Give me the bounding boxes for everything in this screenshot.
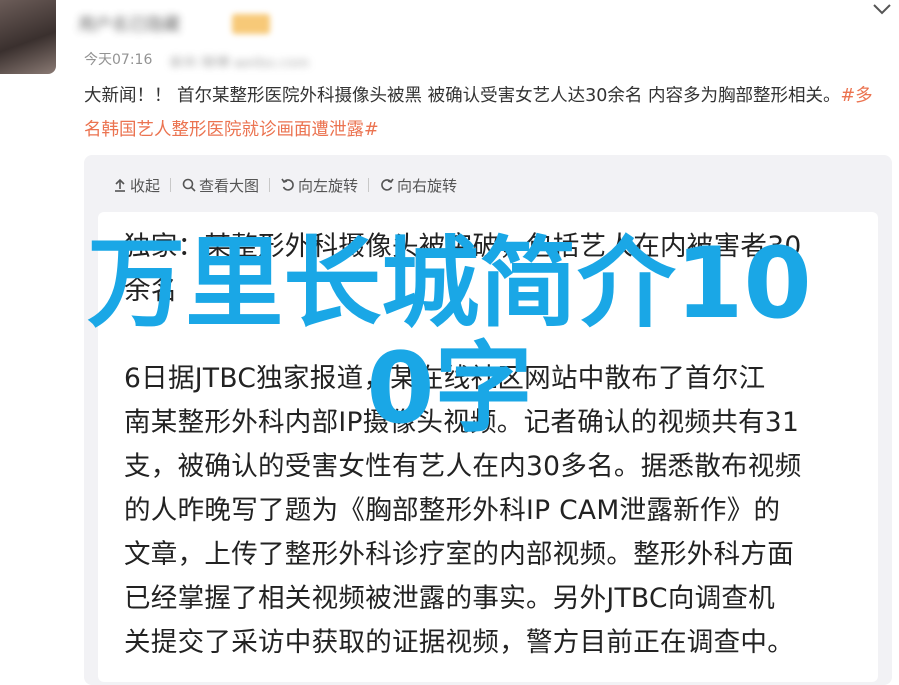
article-line: 余名	[124, 275, 178, 306]
chevron-down-icon[interactable]	[870, 2, 894, 16]
rotate-right-button[interactable]: 向右旋转	[379, 175, 457, 196]
article-line	[124, 313, 874, 357]
collapse-button[interactable]: 收起	[112, 175, 160, 196]
toolbar-divider	[170, 178, 172, 192]
article-line: 南某整形外科内部IP摄像头视频。记者确认的视频共有31	[124, 407, 800, 438]
post-body: 大新闻！！ 首尔某整形医院外科摄像头被黑 被确认受害女艺人达30余名 内容多为胸…	[84, 86, 841, 106]
article-line: 文章，上传了整形外科诊疗室的内部视频。整形外科方面	[124, 539, 794, 570]
post-text: 大新闻！！ 首尔某整形医院外科摄像头被黑 被确认受害女艺人达30余名 内容多为胸…	[84, 79, 884, 147]
article-line: 6日据JTBC独家报道，某在线社区网站中散布了首尔江	[124, 363, 766, 394]
article-line: 已经掌握了相关视频被泄露的事实。另外JTBC向调查机	[124, 583, 776, 614]
article-text: 独家：某整形外科摄像头被突破，包括艺人在内被害者30 余名 6日据JTBC独家报…	[124, 225, 874, 665]
article-line: 支，被确认的受害女性有艺人在内30多名。据悉散布视频	[124, 451, 802, 482]
username[interactable]: 用户名已隐藏	[78, 10, 258, 34]
post-meta: 今天07:16 来自 微博 weibo.com	[84, 49, 319, 69]
avatar[interactable]	[0, 0, 56, 74]
rotate-left-button[interactable]: 向左旋转	[280, 175, 358, 196]
user-badge	[232, 14, 270, 34]
collapse-icon	[115, 178, 125, 192]
rotate-left-icon	[281, 178, 294, 191]
rotate-left-label: 向左旋转	[298, 176, 359, 195]
post-time: 今天07:16	[84, 52, 153, 68]
image-toolbar: 收起 查看大图 向左旋转 向右旋转	[112, 173, 457, 197]
view-large-button[interactable]: 查看大图	[181, 175, 259, 196]
toolbar-divider	[269, 178, 271, 192]
article-line: 关提交了采访中获取的证据视频，警方目前正在调查中。	[124, 627, 794, 658]
toolbar-divider	[368, 178, 370, 192]
post-source: 来自 微博 weibo.com	[168, 56, 310, 67]
collapse-label: 收起	[130, 176, 161, 195]
article-line: 的人昨晚写了题为《胸部整形外科IP CAM泄露新作》的	[124, 495, 781, 526]
rotate-right-label: 向右旋转	[397, 176, 458, 195]
view-large-label: 查看大图	[199, 176, 260, 195]
rotate-right-icon	[381, 178, 394, 191]
search-icon	[182, 178, 196, 192]
article-line: 独家：某整形外科摄像头被突破，包括艺人在内被害者30	[124, 231, 802, 262]
